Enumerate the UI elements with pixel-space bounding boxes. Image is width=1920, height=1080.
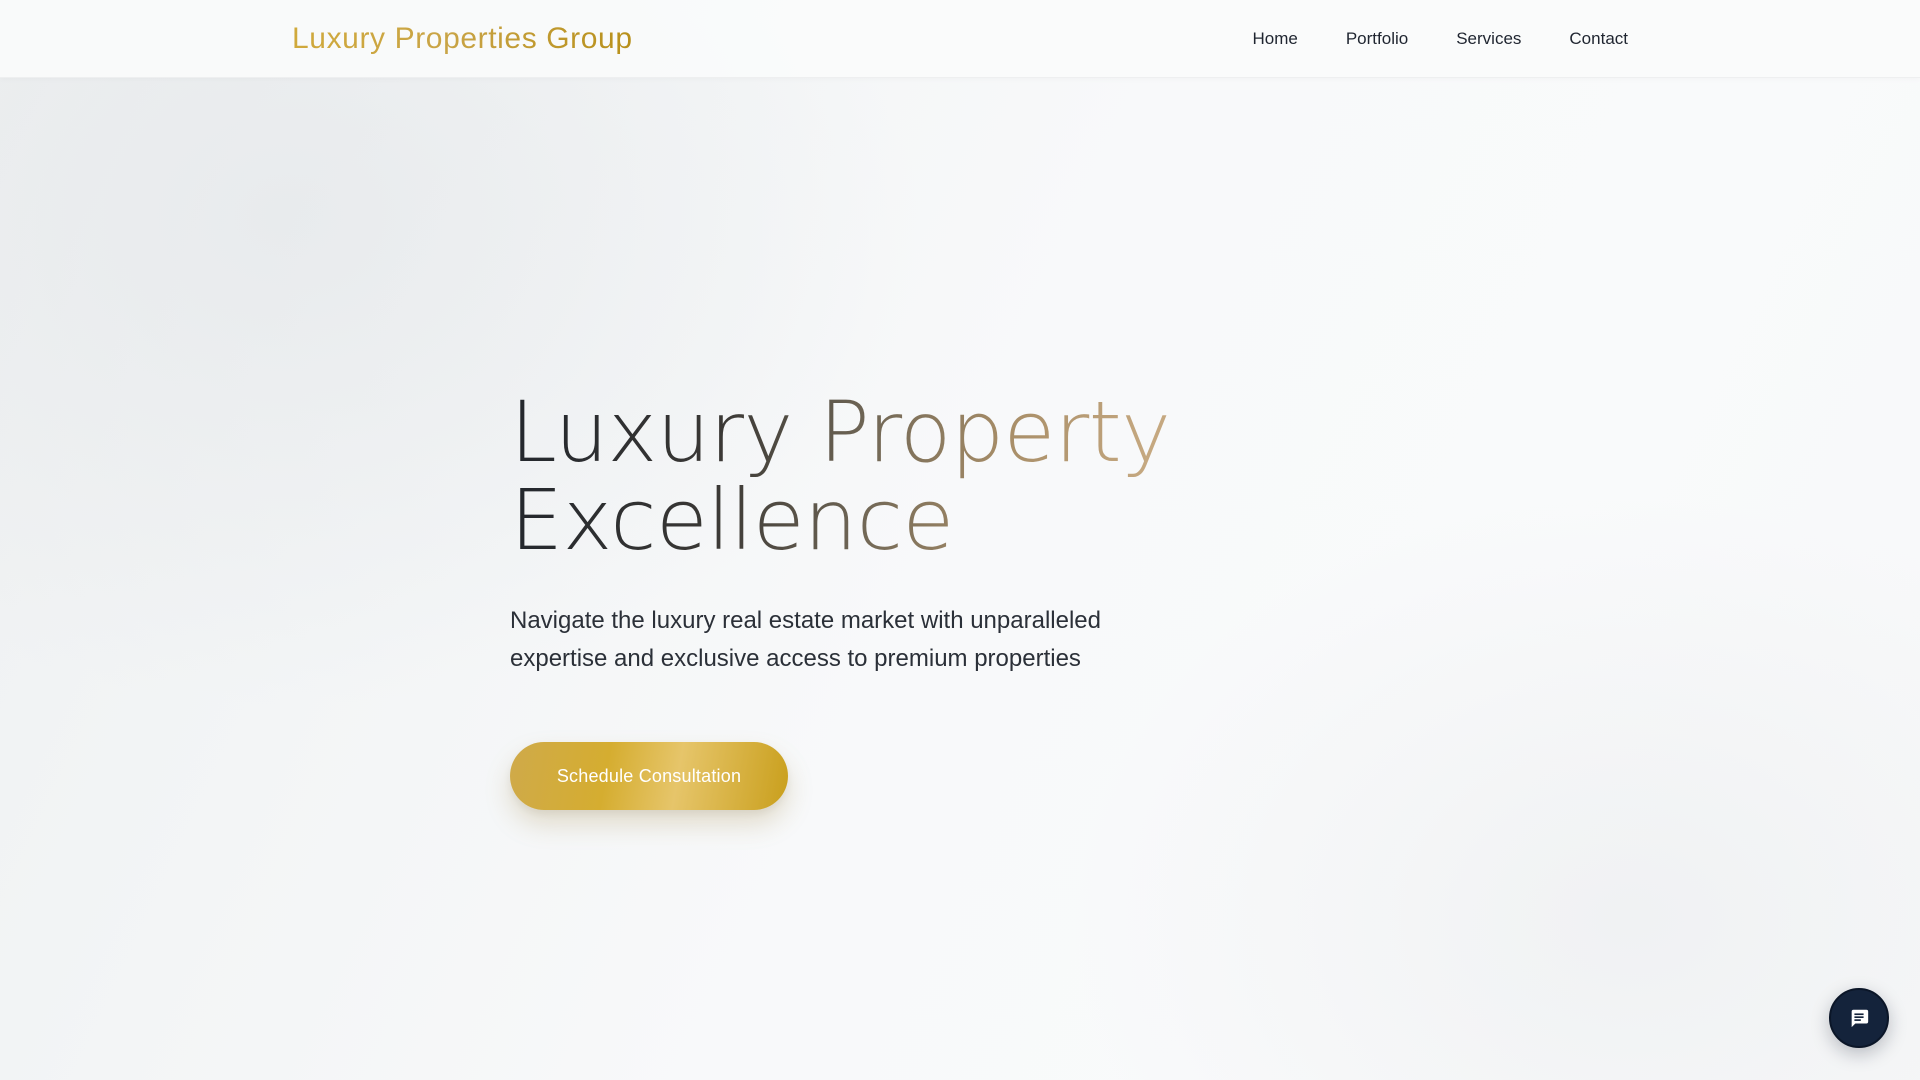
nav-home-link[interactable]: Home xyxy=(1252,28,1297,50)
hero-title-line-2: Excellence xyxy=(510,471,954,569)
hero-title: Luxury Property Excellence xyxy=(510,388,1210,564)
schedule-consultation-button[interactable]: Schedule Consultation xyxy=(510,742,788,810)
hero-subtitle: Navigate the luxury real estate market w… xyxy=(510,607,1101,672)
nav-portfolio-link[interactable]: Portfolio xyxy=(1346,28,1408,50)
hero-title-line-1: Luxury Property xyxy=(510,383,1171,481)
chat-message-icon xyxy=(1848,1007,1870,1029)
site-header: Luxury Properties Group Home Portfolio S… xyxy=(0,0,1920,78)
chat-button[interactable] xyxy=(1829,988,1889,1048)
brand-logo[interactable]: Luxury Properties Group xyxy=(292,20,633,58)
nav-services-link[interactable]: Services xyxy=(1456,28,1521,50)
hero-section: Luxury Property Excellence Navigate the … xyxy=(510,388,1210,810)
nav-contact-link[interactable]: Contact xyxy=(1569,28,1628,50)
main-nav: Home Portfolio Services Contact xyxy=(1252,28,1628,50)
